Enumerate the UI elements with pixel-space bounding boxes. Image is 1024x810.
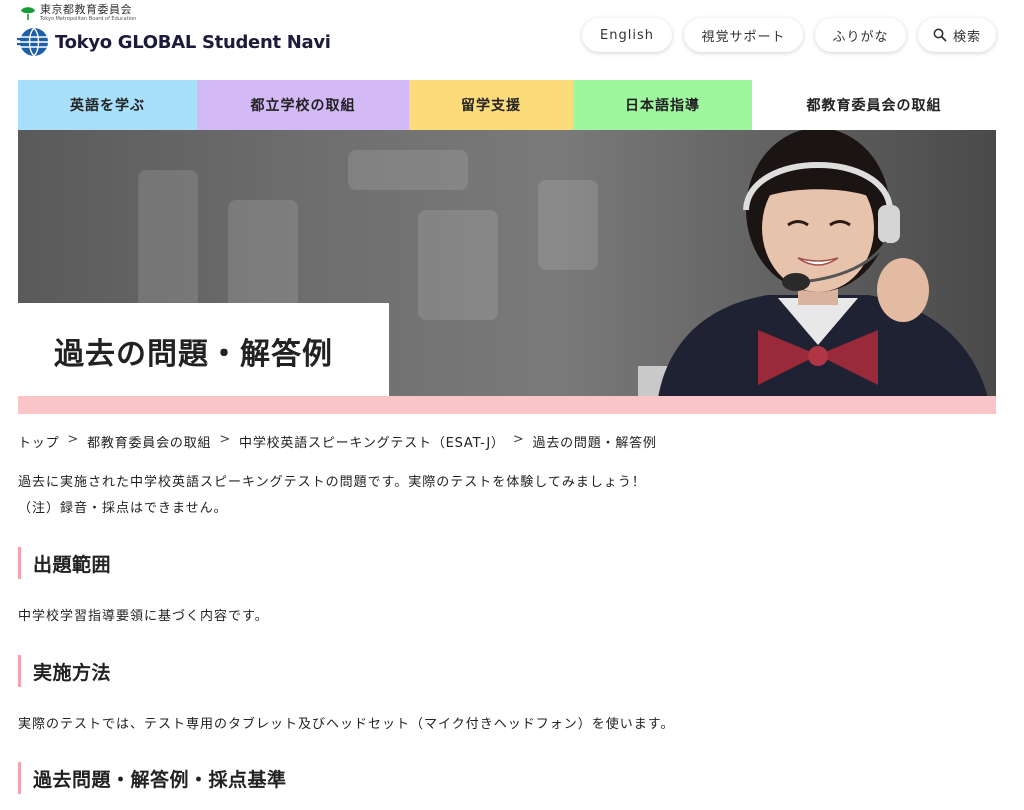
page-title-box: 過去の問題・解答例	[18, 303, 389, 398]
section-heading-past-exams: 過去問題・解答例・採点基準	[18, 762, 287, 794]
intro-line: 過去に実施された中学校英語スピーキングテストの問題です。実際のテストを体験してみ…	[18, 475, 646, 490]
nav-item-metropolitan-schools[interactable]: 都立学校の取組	[197, 80, 409, 130]
breadcrumb: トップ > 都教育委員会の取組 > 中学校英語スピーキングテスト（ESAT-J）…	[18, 432, 657, 451]
student-with-headset-image	[638, 130, 988, 398]
intro-text: 過去に実施された中学校英語スピーキングテストの問題です。実際のテストを体験してみ…	[18, 470, 646, 522]
nav-item-board-initiatives[interactable]: 都教育委員会の取組	[752, 80, 996, 130]
hero-banner: 過去の問題・解答例	[18, 130, 996, 398]
visual-support-button[interactable]: 視覚サポート	[684, 18, 803, 52]
breadcrumb-top[interactable]: トップ	[18, 432, 59, 451]
nav-item-study-abroad[interactable]: 留学支援	[409, 80, 573, 130]
intro-note: （注）録音・採点はできません。	[18, 501, 228, 516]
site-header: 東京都教育委員会 Tokyo Metropolitan Board of Edu…	[0, 0, 1024, 80]
breadcrumb-current: 過去の問題・解答例	[532, 436, 657, 451]
breadcrumb-separator: >	[67, 432, 80, 447]
section-heading-scope: 出題範囲	[18, 547, 111, 579]
breadcrumb-separator: >	[219, 432, 232, 447]
org-name-ja: 東京都教育委員会	[40, 3, 132, 16]
section-heading-method: 実施方法	[18, 655, 111, 687]
nav-item-japanese-instruction[interactable]: 日本語指導	[573, 80, 752, 130]
section-text-method: 実際のテストでは、テスト専用のタブレット及びヘッドセット（マイク付きヘッドフォン…	[18, 717, 675, 732]
search-icon	[933, 28, 947, 42]
globe-icon	[17, 27, 48, 57]
board-of-education-logo[interactable]: 東京都教育委員会 Tokyo Metropolitan Board of Edu…	[20, 4, 136, 23]
breadcrumb-esat-j[interactable]: 中学校英語スピーキングテスト（ESAT-J）	[239, 432, 505, 451]
english-button[interactable]: English	[582, 18, 672, 52]
search-label: 検索	[952, 29, 981, 45]
furigana-button[interactable]: ふりがな	[815, 18, 906, 52]
ginkgo-leaf-icon	[21, 7, 35, 20]
global-nav: 英語を学ぶ 都立学校の取組 留学支援 日本語指導 都教育委員会の取組	[18, 80, 996, 130]
org-name-en: Tokyo Metropolitan Board of Education	[40, 16, 137, 22]
breadcrumb-separator: >	[512, 432, 525, 447]
page-title: 過去の問題・解答例	[54, 336, 333, 372]
nav-item-learn-english[interactable]: 英語を学ぶ	[18, 80, 197, 130]
search-button[interactable]: 検索	[918, 18, 996, 52]
breadcrumb-board-initiatives[interactable]: 都教育委員会の取組	[87, 432, 211, 451]
site-name: Tokyo GLOBAL Student Navi	[55, 31, 331, 53]
accent-bar	[18, 396, 996, 414]
section-text-scope: 中学校学習指導要領に基づく内容です。	[18, 609, 269, 624]
site-logo[interactable]: Tokyo GLOBAL Student Navi	[17, 26, 331, 58]
